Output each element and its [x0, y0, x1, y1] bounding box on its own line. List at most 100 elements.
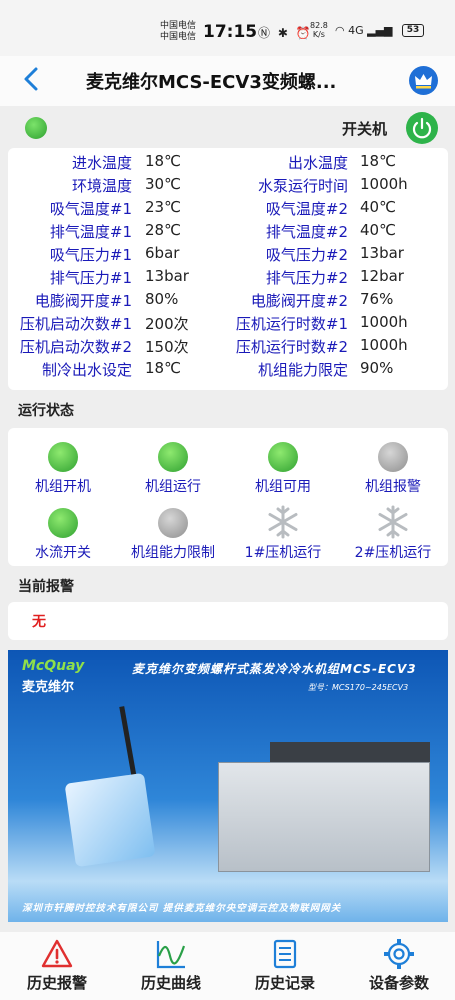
system-status-bar: 中国电信 中国电信 17:15 Ⓝ ✱ ⏰ 82.8 K/s ◠ 4G ▂▄▆ … — [0, 0, 455, 56]
param-row: 排气温度#1 28℃ 排气温度#2 40℃ — [8, 221, 448, 244]
signal-icons: ◠ 4G ▂▄▆ — [335, 24, 393, 37]
brand-name: 麦克维尔 — [22, 680, 75, 695]
crown-icon — [415, 74, 432, 89]
tab-device-params[interactable]: 设备参数 — [342, 932, 455, 1000]
param-label: 压机启动次数#1 — [19, 315, 132, 333]
carrier-label: 中国电信 中国电信 — [160, 21, 197, 42]
param-label: 水泵运行时间 — [257, 177, 348, 195]
document-list-icon — [273, 939, 297, 969]
chiller-unit-image — [218, 762, 430, 872]
back-button[interactable] — [22, 66, 40, 99]
warning-icon — [41, 939, 73, 968]
param-label: 出水温度 — [287, 154, 348, 172]
power-icon — [412, 117, 432, 139]
run-status-panel: 机组开机 机组运行 机组可用 机组报警 水流开关 机组能力限制 1#压机运行 2… — [8, 428, 448, 566]
param-value: 23℃ — [145, 198, 181, 216]
clock: 17:15 — [203, 22, 258, 42]
param-value: 12bar — [360, 267, 404, 285]
signal-bars-icon: ▂▄▆ — [367, 24, 393, 37]
param-value: 90% — [360, 359, 394, 377]
param-value: 28℃ — [145, 221, 181, 239]
param-label: 制冷出水设定 — [41, 361, 132, 379]
param-label: 吸气压力#2 — [265, 246, 348, 264]
status-light-icon — [48, 508, 78, 538]
param-row: 排气压力#1 13bar 排气压力#2 12bar — [8, 267, 448, 290]
param-row: 制冷出水设定 18℃ 机组能力限定 90% — [8, 359, 448, 382]
run-status-heading: 运行状态 — [18, 403, 74, 419]
snowflake-icon — [268, 505, 298, 539]
param-label: 排气压力#1 — [49, 269, 132, 287]
power-toggle-button[interactable] — [406, 112, 438, 144]
status-light-icon — [378, 442, 408, 472]
param-value: 18℃ — [145, 152, 181, 170]
signal-label: 4G — [348, 24, 364, 37]
param-label: 排气温度#1 — [49, 223, 132, 241]
parameter-panel: 进水温度 18℃ 出水温度 18℃ 环境温度 30℃ 水泵运行时间 1000h … — [8, 148, 448, 390]
status-light-icon — [158, 508, 188, 538]
tab-label: 设备参数 — [368, 974, 429, 992]
tab-history-alarm[interactable]: 历史报警 — [0, 932, 114, 1000]
status-label: 机组报警 — [365, 479, 421, 495]
snowflake-icon — [378, 505, 408, 539]
param-value: 13bar — [360, 244, 404, 262]
param-value: 80% — [145, 290, 179, 308]
param-value: 6bar — [145, 244, 180, 262]
param-label: 进水温度 — [71, 154, 132, 172]
param-value: 150次 — [145, 338, 189, 356]
param-value: 200次 — [145, 315, 189, 333]
param-value: 76% — [360, 290, 394, 308]
battery-icon: 53 — [402, 24, 424, 37]
brand-logo: McQuay — [22, 658, 85, 674]
param-value: 1000h — [360, 313, 408, 331]
vip-button[interactable] — [409, 66, 438, 95]
param-value: 18℃ — [360, 152, 396, 170]
param-label: 机组能力限定 — [257, 361, 348, 379]
banner-model: 型号：MCS170~245ECV3 — [308, 683, 409, 692]
power-row: 开关机 — [0, 106, 455, 148]
status-item: 机组报警 — [338, 434, 448, 495]
wifi-icon: ◠ — [335, 24, 345, 37]
param-row: 吸气温度#1 23℃ 吸气温度#2 40℃ — [8, 198, 448, 221]
tab-label: 历史报警 — [26, 974, 87, 992]
tab-history-record[interactable]: 历史记录 — [228, 932, 342, 1000]
product-banner: McQuay 麦克维尔 麦克维尔变频螺杆式蒸发冷冷水机组MCS-ECV3 型号：… — [8, 650, 448, 922]
current-alarm-value: 无 — [32, 614, 46, 630]
param-label: 吸气压力#1 — [49, 246, 132, 264]
param-label: 压机运行时数#1 — [235, 315, 348, 333]
param-row: 压机启动次数#1 200次 压机运行时数#1 1000h — [8, 313, 448, 336]
param-label: 压机启动次数#2 — [19, 338, 132, 356]
page-title: 麦克维尔MCS-ECV3变频螺... — [86, 72, 337, 93]
param-row: 进水温度 18℃ 出水温度 18℃ — [8, 152, 448, 175]
param-value: 40℃ — [360, 198, 396, 216]
tab-label: 历史记录 — [254, 974, 315, 992]
param-row: 吸气压力#1 6bar 吸气压力#2 13bar — [8, 244, 448, 267]
param-label: 电膨阀开度#2 — [250, 292, 348, 310]
antenna-image — [119, 706, 138, 784]
status-light-icon — [268, 442, 298, 472]
param-row: 压机启动次数#2 150次 压机运行时数#2 1000h — [8, 336, 448, 359]
current-alarm-panel: 无 — [8, 602, 448, 640]
chevron-left-icon — [24, 67, 38, 91]
chart-line-icon — [156, 941, 186, 969]
status-light-icon — [158, 442, 188, 472]
param-value: 30℃ — [145, 175, 181, 193]
status-label: 2#压机运行 — [354, 545, 432, 561]
tab-label: 历史曲线 — [140, 974, 201, 992]
app-header: 麦克维尔MCS-ECV3变频螺... — [0, 56, 455, 106]
param-label: 环境温度 — [71, 177, 132, 195]
gear-icon — [384, 939, 414, 969]
param-label: 排气温度#2 — [265, 223, 348, 241]
bottom-tab-bar: 历史报警 历史曲线 历史记录 设备参数 — [0, 932, 455, 1000]
param-value: 1000h — [360, 175, 408, 193]
param-label: 吸气温度#1 — [49, 200, 132, 218]
tab-history-curve[interactable]: 历史曲线 — [114, 932, 228, 1000]
banner-title: 麦克维尔变频螺杆式蒸发冷冷水机组MCS-ECV3 — [132, 662, 417, 676]
network-speed: 82.8 K/s — [310, 21, 328, 39]
status-item: 2#压机运行 — [338, 500, 448, 561]
param-value: 18℃ — [145, 359, 181, 377]
param-label: 压机运行时数#2 — [235, 338, 348, 356]
param-row: 环境温度 30℃ 水泵运行时间 1000h — [8, 175, 448, 198]
param-value: 40℃ — [360, 221, 396, 239]
param-row: 电膨阀开度#1 80% 电膨阀开度#2 76% — [8, 290, 448, 313]
running-status-indicator — [25, 117, 47, 139]
